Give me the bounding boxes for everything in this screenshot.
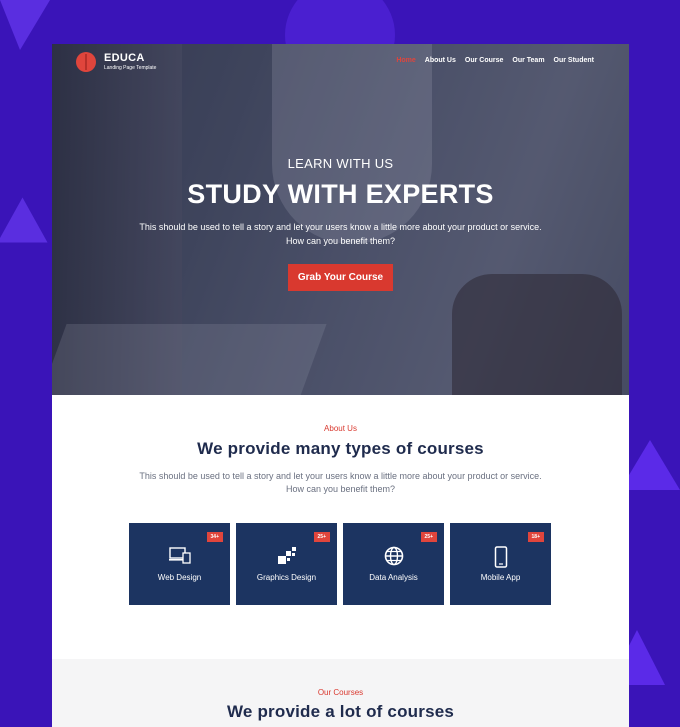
nav-item-our-course[interactable]: Our Course [465,57,504,64]
courses-kicker: Our Courses [317,688,364,697]
count-badge: 34+ [206,532,223,542]
card-label: Data Analysis [369,573,418,582]
decorative-triangle [0,197,48,243]
count-badge: 25+ [313,532,330,542]
brand-name: EDUCA [104,52,145,64]
navbar: EDUCA Landing Page Template Home About U… [52,44,629,80]
card-label: Mobile App [480,573,521,582]
card-graphics-design[interactable]: 25+ Graphics Design [236,523,337,605]
about-description: This should be used to tell a story and … [139,471,542,494]
card-mobile-app[interactable]: 18+ Mobile App [450,523,551,605]
brand-tagline: Landing Page Template [104,65,157,71]
mobile-icon [450,546,551,568]
landing-page: EDUCA Landing Page Template Home About U… [52,44,629,727]
card-data-analysis[interactable]: 25+ Data Analysis [343,523,444,605]
brain-logo-icon [76,52,96,72]
graphics-icon [236,546,337,566]
card-label: Web Design [157,573,202,582]
about-title: We provide many types of courses [197,439,484,458]
courses-title: We provide a lot of courses [226,702,455,721]
devices-icon [129,546,230,566]
main-menu: Home About Us Our Course Our Team Our St… [396,57,594,64]
hero-title: STUDY WITH EXPERTS [187,179,494,209]
decorative-triangle [0,0,50,50]
about-section: About Us We provide many types of course… [52,395,629,659]
grab-course-button[interactable]: Grab Your Course [287,264,394,291]
hero-content: LEARN WITH US STUDY WITH EXPERTS This sh… [52,156,629,291]
hero-section: EDUCA Landing Page Template Home About U… [52,44,629,395]
globe-icon [343,546,444,566]
courses-section: Our Courses We provide a lot of courses [52,659,629,727]
count-badge: 18+ [527,532,544,542]
hero-description: This should be used to tell a story and … [139,222,542,246]
card-label: Graphics Design [256,573,317,582]
hero-kicker: LEARN WITH US [287,156,394,171]
decorative-triangle [620,440,680,490]
card-web-design[interactable]: 34+ Web Design [129,523,230,605]
nav-item-our-student[interactable]: Our Student [554,57,594,64]
about-kicker: About Us [324,424,357,433]
logo[interactable]: EDUCA Landing Page Template [76,52,156,72]
nav-item-home[interactable]: Home [396,57,415,64]
nav-item-our-team[interactable]: Our Team [512,57,544,64]
count-badge: 25+ [420,532,437,542]
nav-item-about-us[interactable]: About Us [425,57,456,64]
course-category-cards: 34+ Web Design 25+ Graphics Design 25+ D… [129,523,551,605]
